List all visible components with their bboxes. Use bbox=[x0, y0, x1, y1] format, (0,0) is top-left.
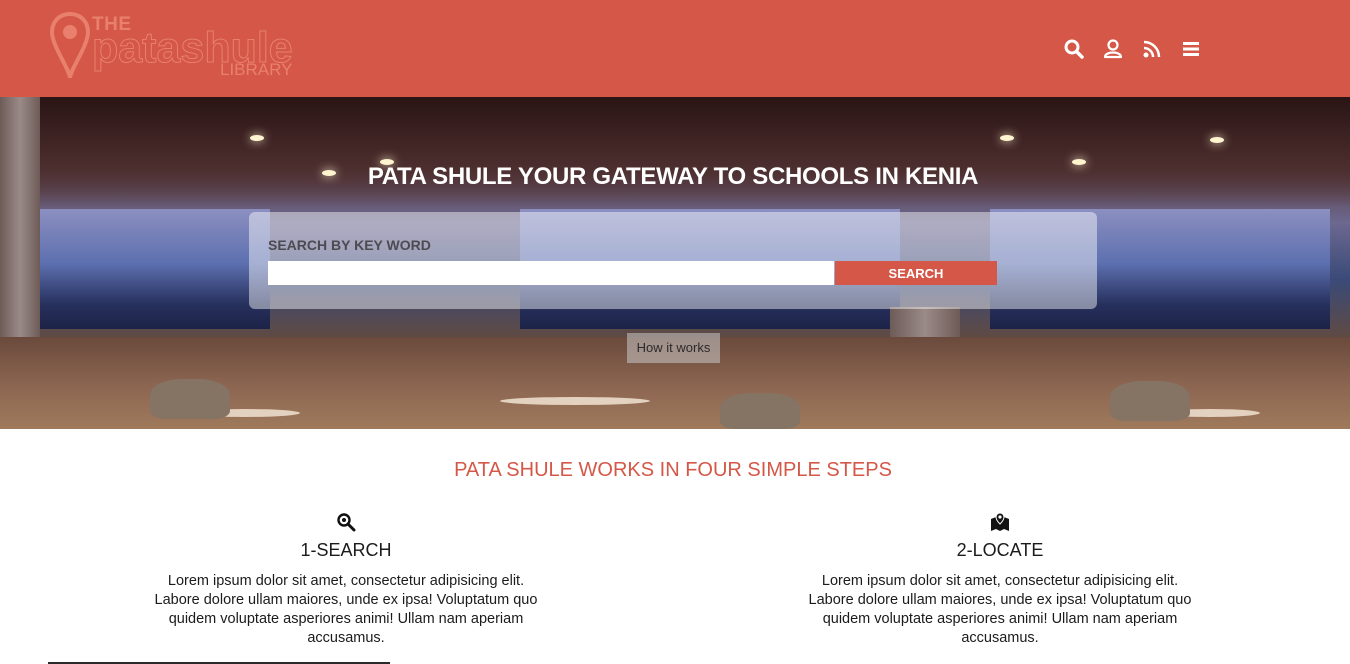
step-search: 1-SEARCH Lorem ipsum dolor sit amet, con… bbox=[136, 512, 556, 648]
ceiling-light bbox=[1210, 137, 1224, 143]
location-pin-logo-icon bbox=[50, 12, 90, 79]
step-description: Lorem ipsum dolor sit amet, consectetur … bbox=[154, 573, 538, 646]
ceiling-light bbox=[250, 135, 264, 141]
ceiling-light bbox=[1000, 135, 1014, 141]
magnifier-search-icon bbox=[337, 513, 356, 532]
hero-background-chair bbox=[1110, 381, 1190, 421]
hero-banner: PATA SHULE YOUR GATEWAY TO SCHOOLS IN KE… bbox=[0, 97, 1350, 429]
hero-background-chair bbox=[150, 379, 230, 419]
how-it-works-button[interactable]: How it works bbox=[627, 333, 720, 363]
site-header: THE patashule LIBRARY bbox=[0, 0, 1350, 97]
menu-icon[interactable] bbox=[1180, 38, 1202, 60]
hero-background-table bbox=[500, 397, 650, 405]
search-panel: SEARCH BY KEY WORD SEARCH bbox=[249, 212, 1097, 309]
search-input[interactable] bbox=[268, 261, 834, 285]
steps-section-title: PATA SHULE WORKS IN FOUR SIMPLE STEPS bbox=[454, 459, 892, 481]
user-icon[interactable] bbox=[1102, 38, 1124, 60]
step-title: 2-LOCATE bbox=[956, 540, 1044, 560]
step-description: Lorem ipsum dolor sit amet, consectetur … bbox=[808, 573, 1192, 646]
logo-library-text: LIBRARY bbox=[220, 60, 293, 79]
search-button[interactable]: SEARCH bbox=[835, 261, 997, 285]
search-icon[interactable] bbox=[1063, 38, 1085, 60]
hero-title: PATA SHULE YOUR GATEWAY TO SCHOOLS IN KE… bbox=[367, 163, 979, 190]
map-pin-icon bbox=[991, 512, 1009, 531]
step-locate: 2-LOCATE Lorem ipsum dolor sit amet, con… bbox=[790, 512, 1210, 648]
rss-icon[interactable] bbox=[1141, 38, 1163, 60]
step-title: 1-SEARCH bbox=[300, 540, 392, 560]
search-label: SEARCH BY KEY WORD bbox=[268, 237, 431, 253]
hero-background-window bbox=[40, 209, 270, 329]
site-logo[interactable]: THE patashule LIBRARY bbox=[50, 12, 310, 82]
hero-background-chair bbox=[720, 393, 800, 429]
